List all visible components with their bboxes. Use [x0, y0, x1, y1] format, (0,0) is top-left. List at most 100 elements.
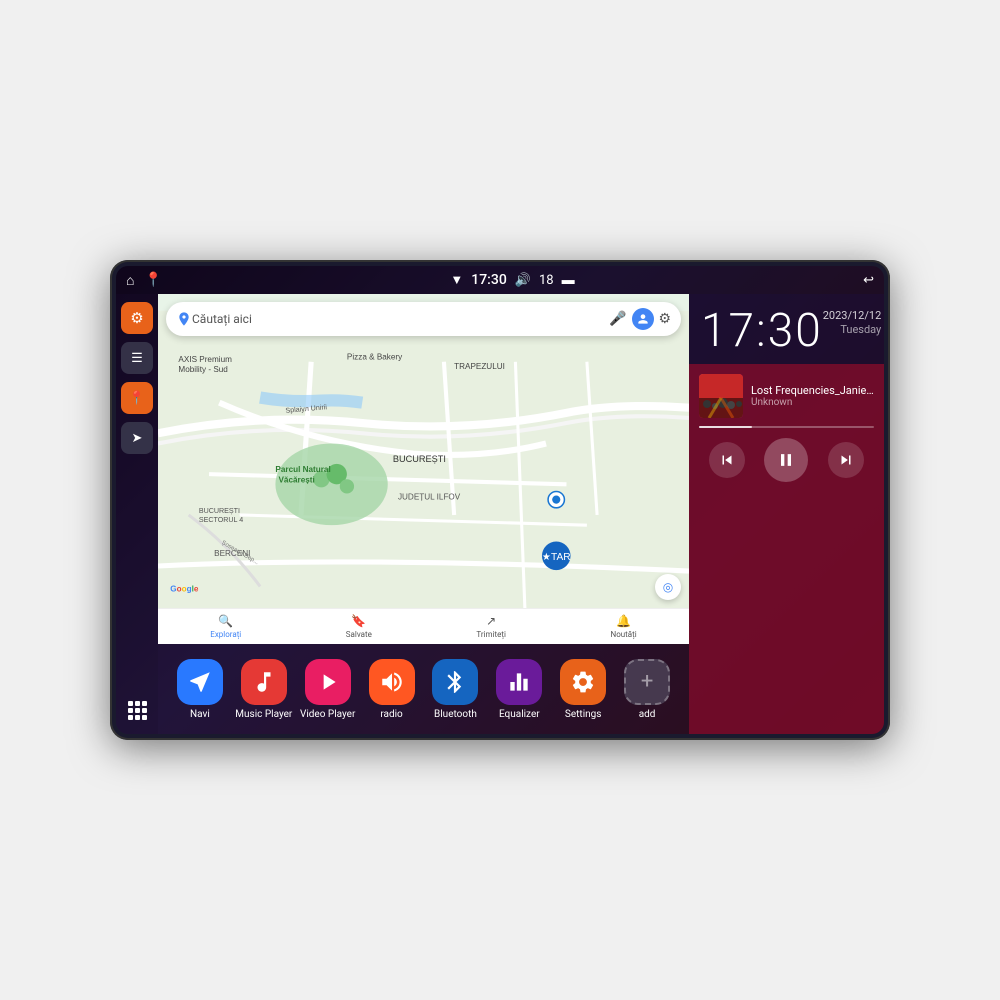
map-container[interactable]: AXIS Premium Mobility - Sud Pizza & Bake…	[158, 294, 689, 644]
clock-row: 17:30 2023/12/12 Tuesday	[701, 308, 872, 354]
map-nav-explore[interactable]: 🔍 Explorați	[210, 614, 241, 639]
navi-app[interactable]: Navi	[168, 659, 232, 720]
sidebar: ⚙ ☰ 📍 ➤	[116, 294, 158, 734]
gear-icon: ⚙	[130, 309, 143, 327]
clock-time: 17:30	[701, 308, 823, 354]
equalizer-app[interactable]: Equalizer	[487, 659, 551, 720]
map-nav-saved-label: Salvate	[346, 630, 372, 639]
bluetooth-app-icon	[432, 659, 478, 705]
apps-area: Navi Music Player	[158, 644, 689, 734]
explore-icon: 🔍	[218, 614, 233, 628]
map-location-button[interactable]: ◎	[655, 574, 681, 600]
svg-text:Mobility - Sud: Mobility - Sud	[178, 365, 228, 374]
radio-app-icon	[369, 659, 415, 705]
menu-icon: ☰	[131, 351, 143, 366]
map-nav-news[interactable]: 🔔 Noutăți	[611, 614, 637, 639]
sidebar-item-menu[interactable]: ☰	[121, 342, 153, 374]
bluetooth-app[interactable]: Bluetooth	[424, 659, 488, 720]
news-icon: 🔔	[616, 614, 631, 628]
location-icon: 📍	[129, 391, 145, 406]
back-icon[interactable]: ↩	[863, 273, 874, 288]
map-nav-send-label: Trimiteți	[476, 630, 506, 639]
sidebar-item-location[interactable]: 📍	[121, 382, 153, 414]
video-player-app[interactable]: Video Player	[296, 659, 360, 720]
center-area: AXIS Premium Mobility - Sud Pizza & Bake…	[158, 294, 689, 734]
user-avatar[interactable]	[632, 308, 654, 330]
map-search-text: Căutați aici	[192, 312, 609, 326]
music-album-art	[699, 374, 743, 418]
clock-date-info: 2023/12/12 Tuesday	[823, 308, 882, 336]
home-icon[interactable]: ⌂	[126, 272, 134, 289]
music-info-row: Lost Frequencies_Janie... Unknown	[699, 374, 874, 418]
bluetooth-app-label: Bluetooth	[434, 709, 477, 720]
clock-widget: 17:30 2023/12/12 Tuesday	[689, 294, 884, 364]
music-progress-fill	[699, 426, 752, 428]
sidebar-apps-grid[interactable]	[121, 694, 153, 726]
nav-arrow-icon: ➤	[132, 431, 143, 446]
sidebar-item-nav[interactable]: ➤	[121, 422, 153, 454]
radio-app-label: radio	[380, 709, 402, 720]
navi-app-label: Navi	[190, 709, 210, 720]
mic-icon[interactable]: 🎤	[609, 311, 626, 327]
music-player-app[interactable]: Music Player	[232, 659, 296, 720]
map-nav-send[interactable]: ↗ Trimiteți	[476, 614, 506, 639]
status-left: ⌂ 📍	[126, 272, 162, 289]
settings-app-icon	[560, 659, 606, 705]
video-player-app-icon	[305, 659, 351, 705]
svg-text:★TAR: ★TAR	[542, 552, 571, 563]
clock-day: Tuesday	[823, 323, 882, 336]
settings-app[interactable]: Settings	[551, 659, 615, 720]
maps-icon[interactable]: 📍	[144, 272, 161, 288]
saved-icon: 🔖	[351, 614, 366, 628]
svg-text:BUCUREȘTI: BUCUREȘTI	[199, 507, 240, 515]
svg-text:SECTORUL 4: SECTORUL 4	[199, 516, 243, 524]
svg-text:Văcărești: Văcărești	[278, 475, 314, 484]
map-settings-icon[interactable]: ⚙	[658, 311, 671, 327]
battery-icon: ▬	[562, 272, 575, 288]
battery-level: 18	[539, 273, 554, 288]
album-art-svg	[699, 374, 743, 418]
map-search-bar[interactable]: Căutați aici 🎤 ⚙	[166, 302, 681, 336]
music-title: Lost Frequencies_Janie...	[751, 384, 874, 397]
send-icon: ↗	[486, 614, 496, 628]
music-player-app-label: Music Player	[235, 709, 292, 720]
music-player-app-icon	[241, 659, 287, 705]
music-progress-bar[interactable]	[699, 426, 874, 428]
music-pause-button[interactable]	[764, 438, 808, 482]
radio-app[interactable]: radio	[360, 659, 424, 720]
map-nav-explore-label: Explorați	[210, 630, 241, 639]
svg-text:Pizza & Bakery: Pizza & Bakery	[347, 353, 403, 362]
clock-date: 2023/12/12	[823, 308, 882, 323]
map-nav-saved[interactable]: 🔖 Salvate	[346, 614, 372, 639]
music-next-button[interactable]	[828, 442, 864, 478]
main-content: ⚙ ☰ 📍 ➤	[116, 294, 884, 734]
svg-text:Google: Google	[170, 585, 199, 594]
equalizer-app-label: Equalizer	[499, 709, 540, 720]
music-text: Lost Frequencies_Janie... Unknown	[751, 384, 874, 408]
equalizer-app-icon	[496, 659, 542, 705]
status-right: ↩	[863, 273, 874, 288]
music-widget: Lost Frequencies_Janie... Unknown	[689, 364, 884, 734]
svg-text:Parcul Natural: Parcul Natural	[275, 465, 330, 474]
settings-app-label: Settings	[565, 709, 602, 720]
svg-text:TRAPEZULUI: TRAPEZULUI	[454, 362, 505, 371]
svg-text:BUCUREȘTI: BUCUREȘTI	[393, 454, 446, 464]
video-player-app-label: Video Player	[300, 709, 355, 720]
status-time: 17:30	[471, 272, 507, 288]
add-app[interactable]: + add	[615, 659, 679, 720]
music-prev-button[interactable]	[709, 442, 745, 478]
add-app-label: add	[639, 709, 656, 720]
add-app-icon: +	[624, 659, 670, 705]
map-nav-news-label: Noutăți	[611, 630, 637, 639]
wifi-icon: ▼	[450, 272, 463, 288]
maps-pin-icon	[176, 311, 192, 327]
right-panel: 17:30 2023/12/12 Tuesday	[689, 294, 884, 734]
svg-text:AXIS Premium: AXIS Premium	[178, 355, 232, 364]
navi-app-icon	[177, 659, 223, 705]
device-screen: ⌂ 📍 ▼ 17:30 🔊 18 ▬ ↩ ⚙	[116, 266, 884, 734]
status-center: ▼ 17:30 🔊 18 ▬	[450, 272, 574, 288]
map-bottom-nav: 🔍 Explorați 🔖 Salvate ↗ Trimiteți 🔔	[158, 608, 689, 644]
sidebar-item-settings[interactable]: ⚙	[121, 302, 153, 334]
device: ⌂ 📍 ▼ 17:30 🔊 18 ▬ ↩ ⚙	[110, 260, 890, 740]
svg-text:JUDEȚUL ILFOV: JUDEȚUL ILFOV	[398, 493, 461, 502]
